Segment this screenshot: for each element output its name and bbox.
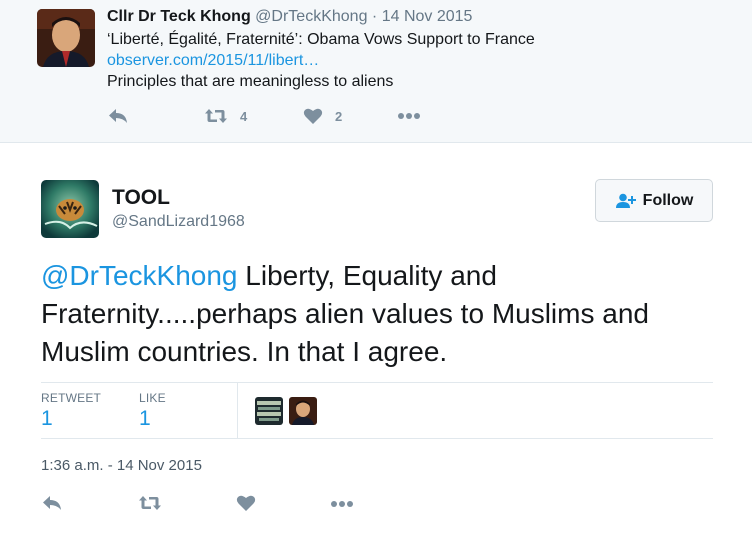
likes-label: LIKE — [139, 391, 166, 405]
reply-icon — [43, 496, 61, 510]
tweet-actions — [41, 494, 381, 518]
author-name[interactable]: TOOL — [112, 186, 170, 210]
retweets-value: 1 — [41, 407, 53, 430]
stats-divider — [237, 383, 238, 439]
follow-button[interactable]: Follow — [595, 179, 713, 222]
separator: · — [371, 8, 378, 25]
more-icon — [398, 113, 420, 119]
retweets-label: RETWEET — [41, 391, 102, 405]
add-user-icon — [615, 193, 636, 208]
likes-stat[interactable]: LIKE 1 — [139, 391, 166, 431]
parent-link[interactable]: observer.com/2015/11/libert… — [107, 52, 319, 70]
parent-author-name[interactable]: Cllr Dr Teck Khong — [107, 8, 251, 25]
parent-date[interactable]: 14 Nov 2015 — [382, 8, 473, 25]
parent-like-button[interactable]: 2 — [303, 107, 342, 125]
parent-more-button[interactable] — [397, 110, 421, 122]
liker-avatar[interactable] — [289, 397, 317, 425]
tweet-text: @DrTeckKhong Liberty, Equality and Frate… — [41, 257, 731, 371]
parent-author-handle[interactable]: @DrTeckKhong — [255, 8, 367, 25]
parent-avatar[interactable] — [37, 9, 95, 67]
reply-button[interactable] — [41, 494, 63, 512]
author-handle[interactable]: @SandLizard1968 — [112, 213, 245, 231]
parent-reply-button[interactable] — [107, 107, 129, 125]
tweet-timestamp[interactable]: 1:36 a.m. - 14 Nov 2015 — [41, 457, 202, 474]
more-icon — [331, 501, 353, 507]
parent-text-line: ‘Liberté, Égalité, Fraternité’: Obama Vo… — [107, 31, 535, 48]
parent-actions: 4 2 — [107, 107, 447, 129]
tweet-stats: RETWEET 1 LIKE 1 — [41, 382, 713, 439]
like-button[interactable] — [236, 494, 256, 512]
parent-header: Cllr Dr Teck Khong @DrTeckKhong · 14 Nov… — [107, 8, 472, 26]
parent-like-count: 2 — [335, 108, 343, 124]
likes-value: 1 — [139, 407, 151, 430]
retweet-button[interactable] — [138, 494, 162, 512]
heart-icon — [303, 108, 323, 124]
retweet-icon — [205, 109, 227, 123]
retweets-stat[interactable]: RETWEET 1 — [41, 391, 101, 431]
author-avatar[interactable] — [41, 180, 99, 238]
parent-text-comment: Principles that are meaningless to alien… — [107, 73, 394, 90]
heart-icon — [236, 495, 256, 511]
parent-retweet-count: 4 — [240, 108, 248, 124]
parent-retweet-button[interactable]: 4 — [204, 107, 247, 125]
more-button[interactable] — [330, 498, 354, 510]
reply-icon — [109, 109, 127, 123]
retweet-icon — [139, 496, 161, 510]
mention-link[interactable]: @DrTeckKhong — [41, 260, 238, 291]
liker-avatar[interactable] — [255, 397, 283, 425]
liker-avatars — [255, 397, 323, 425]
follow-label: Follow — [642, 191, 694, 209]
parent-tweet[interactable]: Cllr Dr Teck Khong @DrTeckKhong · 14 Nov… — [0, 0, 752, 143]
